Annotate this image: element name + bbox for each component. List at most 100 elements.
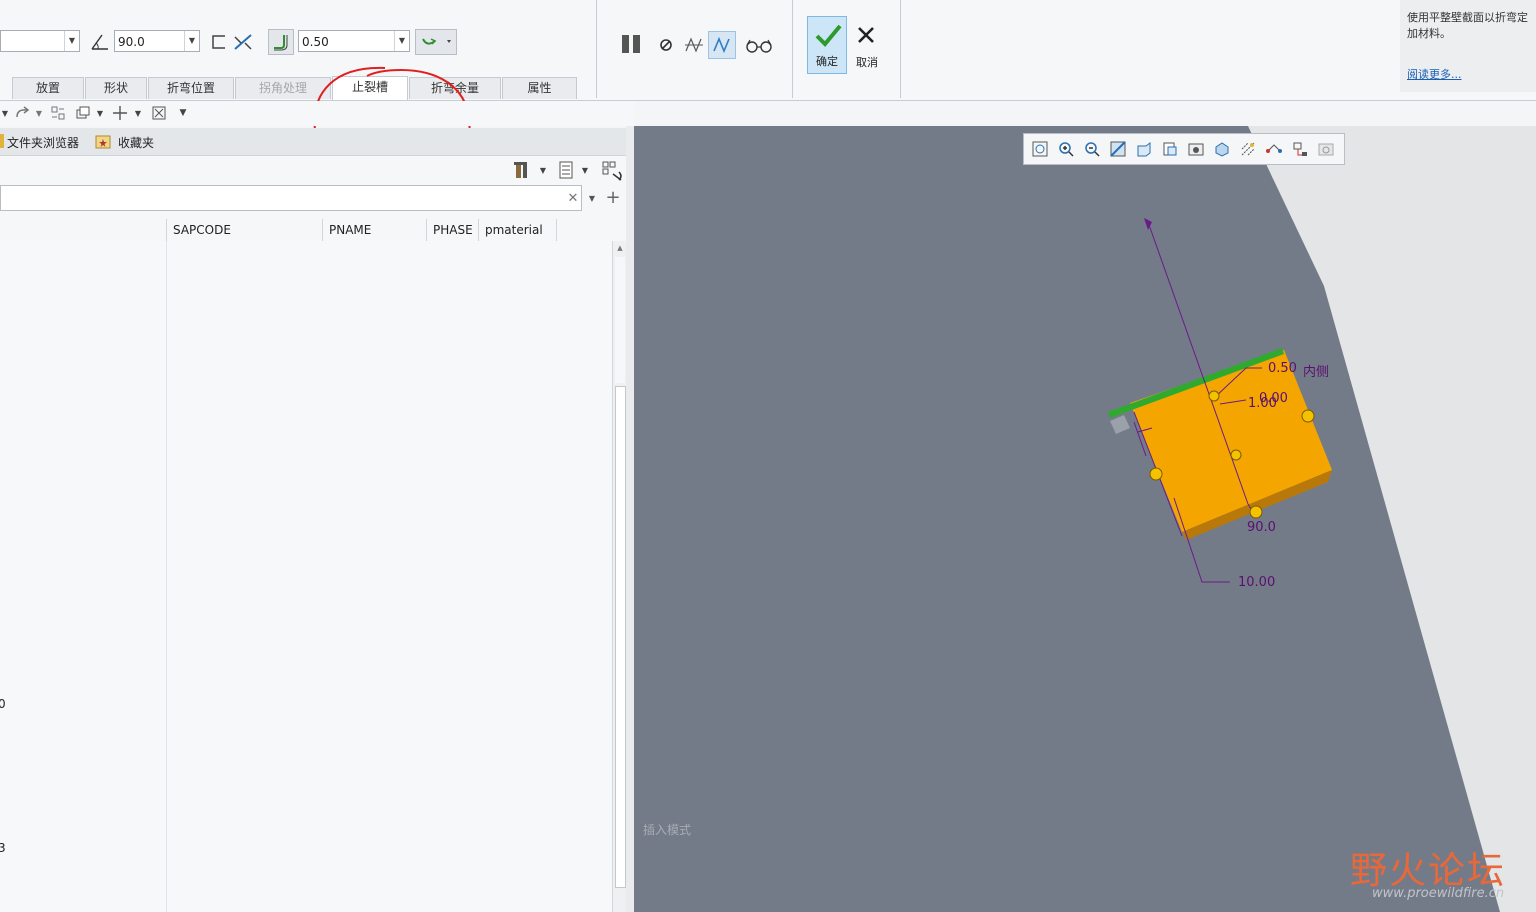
ok-label: 确定 bbox=[816, 55, 838, 68]
column-header-pmaterial[interactable]: pmaterial bbox=[485, 223, 543, 237]
column-divider[interactable] bbox=[426, 219, 427, 241]
ok-button[interactable]: 确定 bbox=[807, 16, 847, 74]
drag-handle[interactable] bbox=[1301, 409, 1315, 423]
quick-access-toolbar: ▼ ▼ ▼ ▼ ▼ bbox=[0, 101, 634, 126]
add-icon[interactable]: + bbox=[604, 187, 622, 208]
thickness-input[interactable]: 0.50 ▼ bbox=[298, 30, 410, 52]
show-list-icon[interactable] bbox=[556, 160, 576, 180]
glasses-icon[interactable] bbox=[744, 35, 774, 55]
redo-icon[interactable] bbox=[12, 104, 32, 122]
navigator-tabs: 文件夹浏览器 收藏夹 bbox=[0, 128, 634, 156]
perspective-icon[interactable] bbox=[1214, 141, 1230, 157]
chevron-down-icon[interactable]: ▼ bbox=[538, 162, 548, 178]
chevron-down-icon[interactable]: ▼ bbox=[95, 104, 105, 122]
tab-placement[interactable]: 放置 bbox=[12, 77, 84, 99]
insert-mode-label: 插入模式 bbox=[643, 823, 692, 837]
dim-length[interactable]: 10.00 bbox=[1238, 575, 1275, 590]
scroll-thumb[interactable] bbox=[615, 386, 626, 888]
pause-icon[interactable] bbox=[618, 33, 644, 55]
drag-handle[interactable] bbox=[1249, 505, 1263, 519]
appearance-icon[interactable] bbox=[1318, 141, 1334, 157]
close-window-icon[interactable] bbox=[150, 104, 168, 122]
tab-bend-position[interactable]: 折弯位置 bbox=[148, 77, 234, 99]
column-divider[interactable] bbox=[166, 219, 167, 241]
scroll-track[interactable] bbox=[615, 257, 625, 383]
display-style-icon[interactable] bbox=[1136, 141, 1152, 157]
model-canvas[interactable] bbox=[634, 126, 1536, 912]
tab-favorites[interactable]: 收藏夹 bbox=[118, 134, 154, 151]
column-divider[interactable] bbox=[556, 219, 557, 241]
thickness-value: 0.50 bbox=[302, 35, 329, 49]
radius-type-icon[interactable] bbox=[415, 29, 457, 55]
settings-tools-icon[interactable] bbox=[512, 160, 534, 180]
favorites-icon bbox=[95, 133, 111, 149]
checkmark-icon bbox=[814, 21, 842, 49]
regenerate-icon[interactable] bbox=[49, 104, 67, 122]
zoom-in-icon[interactable] bbox=[1058, 141, 1074, 157]
ribbon-divider bbox=[900, 0, 901, 98]
close-icon bbox=[855, 24, 877, 46]
cancel-button[interactable]: 取消 bbox=[849, 16, 885, 74]
chevron-down-icon[interactable]: ▼ bbox=[34, 104, 44, 122]
filter-columns-icon[interactable] bbox=[600, 160, 624, 182]
column-header-sapcode[interactable]: SAPCODE bbox=[173, 223, 231, 237]
bend-direction-icon[interactable] bbox=[208, 31, 230, 53]
drag-handle[interactable] bbox=[1208, 390, 1220, 402]
tab-folder-browser[interactable]: 文件夹浏览器 bbox=[7, 134, 79, 151]
angle-value: 90.0 bbox=[118, 35, 145, 49]
scroll-up-icon[interactable]: ▲ bbox=[615, 243, 625, 253]
dim-angle[interactable]: 90.0 bbox=[1247, 520, 1276, 535]
chevron-down-icon[interactable]: ▼ bbox=[0, 104, 10, 122]
no-preview-icon[interactable] bbox=[656, 35, 676, 55]
vertical-scrollbar[interactable]: ▲ bbox=[612, 241, 627, 912]
verify-preview-icon[interactable] bbox=[708, 31, 736, 59]
chevron-down-icon[interactable]: ▼ bbox=[580, 162, 590, 178]
dim-side[interactable]: 内侧 bbox=[1303, 361, 1329, 380]
chevron-down-icon[interactable]: ▼ bbox=[394, 31, 409, 51]
column-header-pname[interactable]: PNAME bbox=[329, 223, 371, 237]
tab-properties[interactable]: 属性 bbox=[502, 77, 577, 99]
panel-splitter[interactable] bbox=[626, 126, 634, 912]
read-more-link[interactable]: 阅读更多... bbox=[1407, 66, 1462, 82]
thickness-side-icon[interactable] bbox=[268, 29, 294, 55]
cancel-label: 取消 bbox=[856, 56, 878, 69]
customize-toolbar-icon[interactable]: ▼ bbox=[176, 104, 190, 122]
datum-display-icon[interactable] bbox=[1240, 141, 1256, 157]
help-text: 使用平整壁截面以折弯定 加材料。 bbox=[1407, 11, 1528, 40]
angle-input[interactable]: 90.0 ▼ bbox=[114, 30, 200, 52]
search-input[interactable]: ✕ bbox=[0, 185, 582, 211]
graphics-viewport[interactable]: 0.50 内侧 0.00 1.00 90.0 10.00 插入模式 野火论坛 w… bbox=[634, 126, 1536, 912]
tab-shape[interactable]: 形状 bbox=[85, 77, 147, 99]
column-divider[interactable] bbox=[322, 219, 323, 241]
column-divider bbox=[166, 241, 167, 912]
datum-point-icon[interactable] bbox=[110, 104, 130, 122]
saved-orientations-icon[interactable] bbox=[1162, 141, 1178, 157]
zoom-out-icon[interactable] bbox=[1084, 141, 1100, 157]
dim-thickness[interactable]: 0.50 bbox=[1268, 361, 1297, 376]
table-row[interactable]: 3 bbox=[0, 841, 6, 855]
flip-icon[interactable] bbox=[231, 31, 255, 53]
chevron-down-icon[interactable]: ▼ bbox=[64, 31, 79, 51]
dim-radius[interactable]: 1.00 bbox=[1248, 396, 1277, 411]
chevron-down-icon[interactable]: ▼ bbox=[184, 31, 199, 51]
drag-handle[interactable] bbox=[1149, 467, 1163, 481]
repaint-icon[interactable] bbox=[1110, 141, 1126, 157]
spin-center-icon[interactable] bbox=[1292, 141, 1308, 157]
drag-handle[interactable] bbox=[1230, 449, 1242, 461]
folder-icon bbox=[0, 134, 4, 148]
view-manager-icon[interactable] bbox=[1188, 141, 1204, 157]
refit-icon[interactable] bbox=[1032, 141, 1048, 157]
chevron-down-icon[interactable]: ▼ bbox=[133, 104, 143, 122]
clear-icon[interactable]: ✕ bbox=[566, 189, 580, 207]
length-type-combo[interactable]: ▼ bbox=[0, 30, 80, 52]
table-row[interactable]: 0 bbox=[0, 697, 6, 711]
annotation-display-icon[interactable] bbox=[1266, 141, 1282, 157]
ribbon: ▼ 90.0 ▼ 0.50 ▼ 放置 形状 折弯位置 拐角处理 止裂槽 折弯余量… bbox=[0, 0, 1536, 178]
windows-icon[interactable] bbox=[74, 104, 92, 122]
preview-lines-icon[interactable] bbox=[682, 33, 706, 57]
column-header-phase[interactable]: PHASE bbox=[433, 223, 473, 237]
ribbon-divider bbox=[792, 0, 793, 98]
chevron-down-icon[interactable]: ▼ bbox=[586, 190, 598, 206]
ribbon-divider bbox=[596, 0, 597, 98]
column-divider[interactable] bbox=[478, 219, 479, 241]
